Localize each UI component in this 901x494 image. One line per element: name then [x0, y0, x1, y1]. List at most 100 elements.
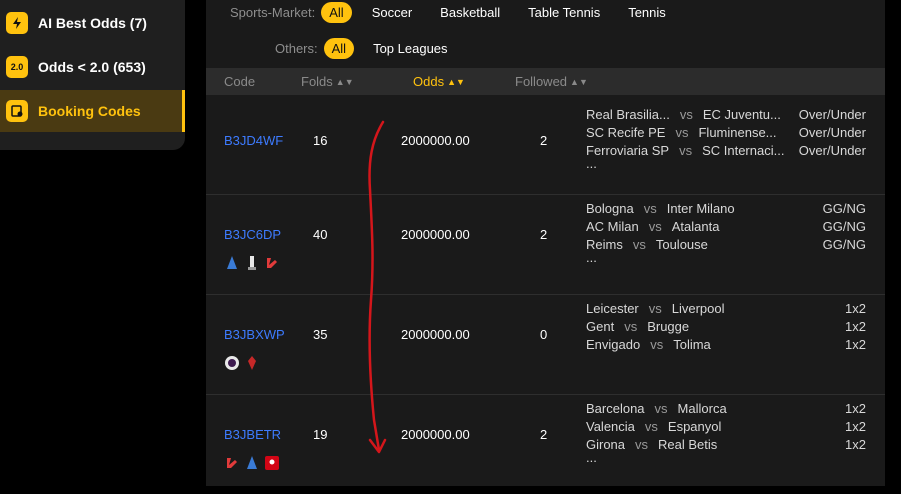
away-team: Real Betis: [658, 436, 718, 452]
vs-label: vs: [643, 200, 657, 216]
match-item: Reims vs Toulouse GG/NG: [586, 235, 866, 253]
filter-table-tennis[interactable]: Table Tennis: [528, 5, 600, 20]
odds-value: 2000000.00: [401, 327, 470, 342]
followed-value: 2: [540, 227, 548, 242]
table-row[interactable]: B3JD4WF 16 2000000.00 2 Real Brasilia...…: [206, 95, 885, 195]
sort-icon: ▲▼: [447, 77, 465, 87]
match-item: Gent vs Brugge 1x2: [586, 317, 866, 335]
away-team: SC Internaci...: [702, 142, 785, 158]
market-type: 1x2: [845, 400, 866, 416]
laliga-logo-icon: [225, 456, 239, 470]
market-type: 1x2: [845, 418, 866, 434]
match-item: Bologna vs Inter Milano GG/NG: [586, 199, 866, 217]
sports-all-chip[interactable]: All: [321, 1, 352, 23]
market-type: 1x2: [845, 436, 866, 452]
sidebar-item-label: Odds < 2.0 (653): [38, 59, 146, 75]
vs-label: vs: [648, 300, 662, 316]
col-odds[interactable]: Odds ▲▼: [413, 74, 465, 89]
away-team: Brugge: [647, 318, 690, 334]
league-badges: [225, 356, 259, 370]
sidebar-item-label: AI Best Odds (7): [38, 15, 147, 31]
vs-label: vs: [624, 318, 638, 334]
more-matches[interactable]: ...: [586, 251, 866, 264]
sidebar-item-odds-under-2[interactable]: 2.0 Odds < 2.0 (653): [0, 46, 185, 88]
match-list: Barcelona vs Mallorca 1x2 Valencia vs Espanyo…: [586, 399, 866, 465]
sidebar-item-booking-codes[interactable]: Booking Codes: [0, 90, 185, 132]
home-team: AC Milan: [586, 218, 639, 234]
sidebar: AI Best Odds (7) 2.0 Odds < 2.0 (653) Bo…: [0, 0, 185, 150]
sidebar-item-label: Booking Codes: [38, 103, 141, 119]
vs-label: vs: [675, 124, 689, 140]
more-matches[interactable]: ...: [586, 157, 866, 170]
market-type: 1x2: [845, 336, 866, 352]
booking-codes-panel: Sports-Market: All Soccer Basketball Tab…: [206, 0, 885, 486]
market-type: GG/NG: [822, 236, 866, 252]
odds-value: 2000000.00: [401, 227, 470, 242]
folds-value: 40: [313, 227, 328, 242]
folds-value: 16: [313, 133, 328, 148]
liga-betplay-logo-icon: [245, 356, 259, 370]
col-followed-label: Followed: [515, 74, 568, 89]
bundesliga-logo-icon: [265, 456, 279, 470]
market-type: 1x2: [845, 318, 866, 334]
table-row[interactable]: B3JBETR 19 2000000.00 2 Barcelona vs Mallo…: [206, 395, 885, 494]
away-team: Liverpool: [671, 300, 725, 316]
market-type: Over/Under: [798, 142, 866, 158]
premier-league-logo-icon: [225, 356, 239, 370]
vs-label: vs: [632, 236, 646, 252]
more-matches[interactable]: ...: [586, 451, 866, 464]
vs-label: vs: [654, 400, 668, 416]
col-folds[interactable]: Folds ▲▼: [301, 74, 354, 89]
away-team: Toulouse: [655, 236, 708, 252]
home-team: Girona: [586, 436, 626, 452]
booking-code[interactable]: B3JBETR: [224, 427, 281, 442]
away-team: Inter Milano: [666, 200, 735, 216]
table-row[interactable]: B3JC6DP 40 2000000.00 2 Bologna vs Inter M…: [206, 195, 885, 295]
folds-value: 35: [313, 327, 328, 342]
vs-label: vs: [679, 106, 693, 122]
home-team: Reims: [586, 236, 623, 252]
match-item: Girona vs Real Betis 1x2: [586, 435, 866, 453]
away-team: Tolima: [673, 336, 711, 352]
home-team: Real Brasilia...: [586, 106, 670, 122]
booking-code[interactable]: B3JD4WF: [224, 133, 283, 148]
vs-label: vs: [650, 336, 664, 352]
filter-basketball[interactable]: Basketball: [440, 5, 500, 20]
followed-value: 2: [540, 133, 548, 148]
home-team: Barcelona: [586, 400, 645, 416]
sports-market-label: Sports-Market:: [230, 4, 316, 20]
filter-tennis[interactable]: Tennis: [628, 5, 666, 20]
league-badges: [225, 456, 279, 470]
filter-soccer[interactable]: Soccer: [372, 5, 412, 20]
home-team: Envigado: [586, 336, 641, 352]
home-team: Bologna: [586, 200, 634, 216]
away-team: Mallorca: [677, 400, 727, 416]
market-type: GG/NG: [822, 218, 866, 234]
match-item: AC Milan vs Atalanta GG/NG: [586, 217, 866, 235]
others-all-chip[interactable]: All: [323, 37, 355, 59]
vs-label: vs: [679, 142, 693, 158]
away-team: Fluminense...: [698, 124, 777, 140]
col-folds-label: Folds: [301, 74, 333, 89]
booking-codes-icon: [6, 100, 28, 122]
filter-top-leagues[interactable]: Top Leagues: [373, 41, 447, 56]
away-team: EC Juventu...: [702, 106, 781, 122]
market-type: 1x2: [845, 300, 866, 316]
ligue-1-logo-icon: [245, 256, 259, 270]
lightning-icon: [6, 12, 28, 34]
col-odds-label: Odds: [413, 74, 445, 89]
sports-market-filter: Sports-Market: All Soccer Basketball Tab…: [230, 0, 666, 24]
match-list: Bologna vs Inter Milano GG/NG AC Milan vs Ata…: [586, 199, 866, 265]
home-team: Ferroviaria SP: [586, 142, 670, 158]
vs-label: vs: [648, 218, 662, 234]
table-header: Code Folds ▲▼ Odds ▲▼ Followed ▲▼: [206, 68, 885, 95]
sidebar-item-ai-best-odds[interactable]: AI Best Odds (7): [0, 2, 185, 44]
vs-label: vs: [644, 418, 658, 434]
table-row[interactable]: B3JBXWP 35 2000000.00 0 Leicester vs Liver…: [206, 295, 885, 395]
serie-a-logo-icon: [225, 256, 239, 270]
away-team: Espanyol: [667, 418, 722, 434]
booking-code[interactable]: B3JBXWP: [224, 327, 285, 342]
market-type: GG/NG: [822, 200, 866, 216]
col-followed[interactable]: Followed ▲▼: [515, 74, 588, 89]
booking-code[interactable]: B3JC6DP: [224, 227, 281, 242]
